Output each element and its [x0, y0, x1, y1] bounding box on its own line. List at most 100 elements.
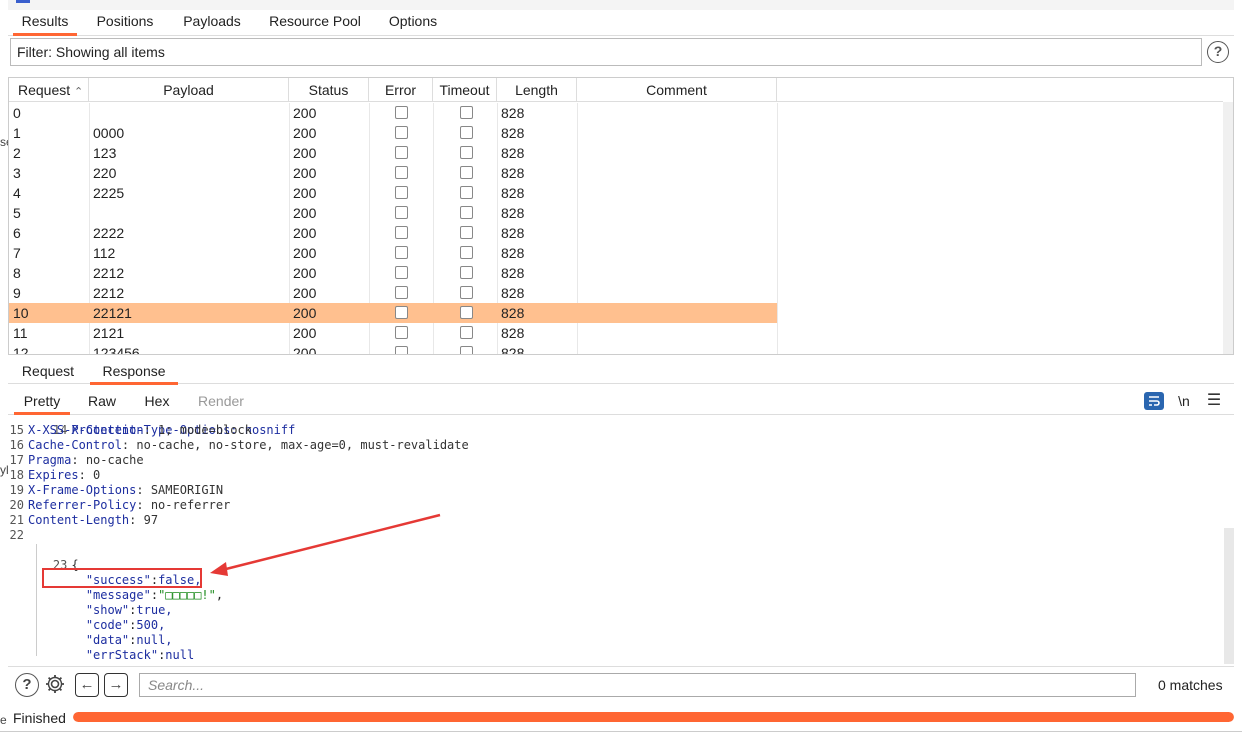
table-row[interactable]: 6 2222 200 828 [9, 223, 777, 243]
table-row[interactable]: 4 2225 200 828 [9, 183, 777, 203]
timeout-checkbox[interactable] [460, 166, 473, 179]
progress-fill [73, 712, 1234, 722]
tab-pretty[interactable]: Pretty [14, 388, 70, 415]
table-row[interactable]: 10 22121 200 828 [9, 303, 777, 323]
tab-options[interactable]: Options [382, 10, 444, 36]
tab-hex[interactable]: Hex [138, 388, 176, 415]
cell-length: 828 [501, 145, 525, 161]
error-checkbox[interactable] [395, 126, 408, 139]
wrap-lines-icon[interactable] [1144, 392, 1164, 410]
column-header-timeout[interactable]: Timeout [433, 78, 497, 102]
cell-request: 0 [13, 105, 21, 121]
cell-length: 828 [501, 345, 525, 355]
tab-positions[interactable]: Positions [90, 10, 160, 36]
tab-raw[interactable]: Raw [82, 388, 122, 415]
cell-length: 828 [501, 105, 525, 121]
arrow-left-icon[interactable]: ← [75, 673, 99, 697]
timeout-checkbox[interactable] [460, 206, 473, 219]
timeout-checkbox[interactable] [460, 226, 473, 239]
response-editor[interactable]: 14 X-Content-Type-Options: nosniff 15 X-XS… [8, 416, 1234, 664]
tab-payloads[interactable]: Payloads [178, 10, 246, 36]
cell-request: 10 [13, 305, 29, 321]
timeout-checkbox[interactable] [460, 326, 473, 339]
error-checkbox[interactable] [395, 346, 408, 354]
error-checkbox[interactable] [395, 206, 408, 219]
timeout-checkbox[interactable] [460, 106, 473, 119]
help-icon[interactable]: ? [1207, 41, 1229, 63]
tab-resource-pool[interactable]: Resource Pool [264, 10, 366, 36]
cell-status: 200 [293, 345, 317, 355]
column-divider [777, 103, 778, 354]
table-row[interactable]: 3 220 200 828 [9, 163, 777, 183]
cell-length: 828 [501, 245, 525, 261]
gear-icon[interactable] [43, 673, 67, 697]
cell-request: 9 [13, 285, 21, 301]
error-checkbox[interactable] [395, 186, 408, 199]
cell-status: 200 [293, 285, 317, 301]
arrow-right-icon[interactable]: → [104, 673, 128, 697]
cell-status: 200 [293, 305, 317, 321]
timeout-checkbox[interactable] [460, 346, 473, 354]
column-header-comment[interactable]: Comment [577, 78, 777, 102]
sort-ascending-icon: ⌃ [74, 86, 84, 98]
timeout-checkbox[interactable] [460, 286, 473, 299]
help-icon[interactable]: ? [15, 673, 39, 697]
tab-render[interactable]: Render [192, 388, 250, 415]
detail-tab-bar: Request Response [8, 358, 1234, 385]
error-checkbox[interactable] [395, 226, 408, 239]
tab-request[interactable]: Request [14, 358, 82, 385]
header-line: 20 Referrer-Policy: no-referrer [9, 498, 231, 512]
cell-request: 1 [13, 125, 21, 141]
table-row[interactable]: 9 2212 200 828 [9, 283, 777, 303]
status-bar: Finished [8, 706, 1234, 730]
column-header-request[interactable]: Request ⌃ [9, 78, 89, 102]
json-line-code: "code":500, [85, 618, 166, 632]
column-header-status[interactable]: Status [289, 78, 369, 102]
column-header-error[interactable]: Error [369, 78, 433, 102]
timeout-checkbox[interactable] [460, 186, 473, 199]
timeout-checkbox[interactable] [460, 146, 473, 159]
timeout-checkbox[interactable] [460, 126, 473, 139]
cell-length: 828 [501, 205, 525, 221]
timeout-checkbox[interactable] [460, 306, 473, 319]
table-row[interactable]: 2 123 200 828 [9, 143, 777, 163]
cell-payload: 112 [93, 245, 116, 261]
cell-status: 200 [293, 125, 317, 141]
timeout-checkbox[interactable] [460, 266, 473, 279]
tab-response[interactable]: Response [90, 358, 178, 385]
cell-payload: 2212 [93, 285, 125, 301]
error-checkbox[interactable] [395, 146, 408, 159]
tab-results[interactable]: Results [13, 10, 77, 36]
error-checkbox[interactable] [395, 166, 408, 179]
error-checkbox[interactable] [395, 286, 408, 299]
error-checkbox[interactable] [395, 326, 408, 339]
table-row[interactable]: 7 112 200 828 [9, 243, 777, 263]
hamburger-menu-icon[interactable]: ☰ [1204, 392, 1224, 410]
cell-status: 200 [293, 205, 317, 221]
header-line: 15 X-XSS-Protection: 1; mode=block [9, 423, 252, 437]
table-row[interactable]: 11 2121 200 828 [9, 323, 777, 343]
cell-status: 200 [293, 165, 317, 181]
newline-toggle-icon[interactable]: \n [1174, 392, 1194, 410]
table-row[interactable]: 5 200 828 [9, 203, 777, 223]
error-checkbox[interactable] [395, 266, 408, 279]
header-line: 16 Cache-Control: no-cache, no-store, max… [9, 438, 469, 452]
error-checkbox[interactable] [395, 306, 408, 319]
timeout-checkbox[interactable] [460, 246, 473, 259]
editor-scrollbar[interactable] [1224, 528, 1234, 664]
table-row[interactable]: 0 200 828 [9, 103, 777, 123]
cell-status: 200 [293, 185, 317, 201]
column-header-length[interactable]: Length [497, 78, 577, 102]
table-row[interactable]: 12 123456 200 828 [9, 343, 777, 355]
table-row[interactable]: 8 2212 200 828 [9, 263, 777, 283]
filter-bar[interactable]: Filter: Showing all items [10, 38, 1202, 66]
match-count: 0 matches [1158, 677, 1223, 693]
cell-status: 200 [293, 225, 317, 241]
error-checkbox[interactable] [395, 246, 408, 259]
table-row[interactable]: 1 0000 200 828 [9, 123, 777, 143]
error-checkbox[interactable] [395, 106, 408, 119]
column-header-payload[interactable]: Payload [89, 78, 289, 102]
table-scrollbar[interactable] [1223, 102, 1233, 354]
search-input[interactable] [139, 673, 1136, 697]
cell-length: 828 [501, 325, 525, 341]
